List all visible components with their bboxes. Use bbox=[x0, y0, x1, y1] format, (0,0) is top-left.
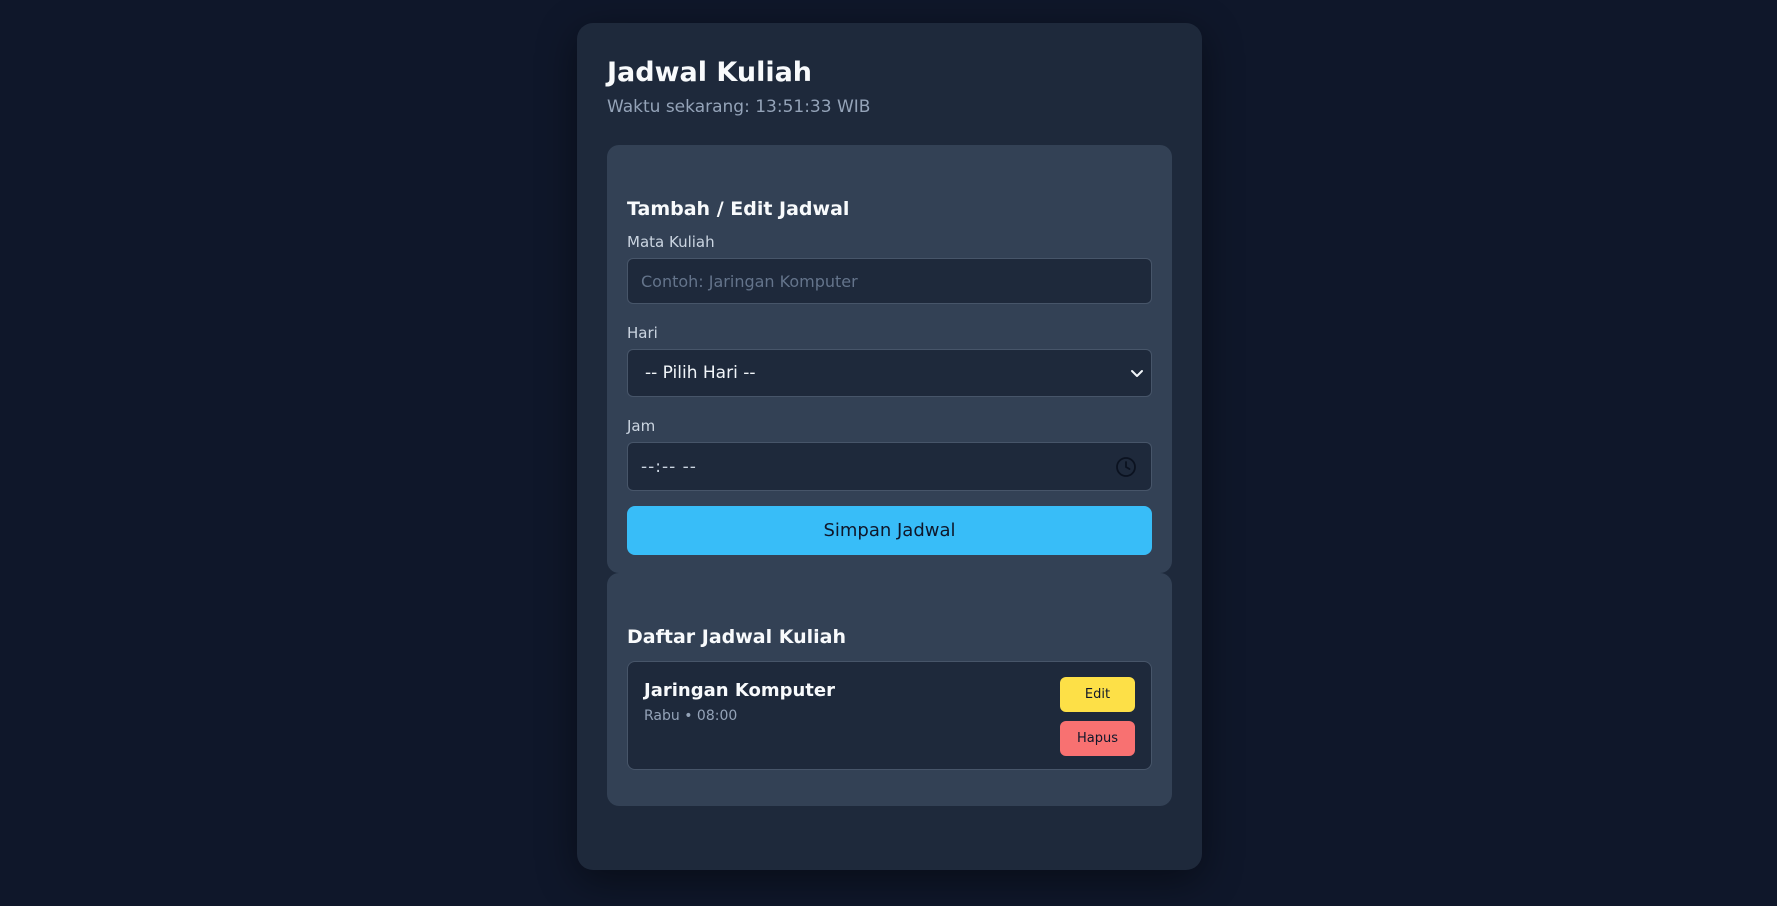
save-schedule-button[interactable]: Simpan Jadwal bbox=[627, 506, 1152, 555]
chevron-down-icon bbox=[1131, 370, 1143, 377]
course-label: Mata Kuliah bbox=[627, 233, 715, 251]
form-title: Tambah / Edit Jadwal bbox=[627, 198, 850, 220]
day-select-value: -- Pilih Hari -- bbox=[645, 363, 756, 383]
schedule-list-panel: Daftar Jadwal Kuliah Jaringan Komputer R… bbox=[607, 573, 1172, 806]
list-title: Daftar Jadwal Kuliah bbox=[627, 626, 847, 648]
schedule-item-actions: Edit Hapus bbox=[1060, 677, 1135, 756]
time-label: Jam bbox=[627, 417, 656, 435]
day-label: Hari bbox=[627, 324, 658, 342]
current-time-text: Waktu sekarang: 13:51:33 WIB bbox=[607, 97, 871, 117]
edit-button[interactable]: Edit bbox=[1060, 677, 1135, 712]
clock-icon[interactable] bbox=[1115, 456, 1137, 478]
day-select[interactable]: -- Pilih Hari -- bbox=[627, 349, 1152, 397]
page-title: Jadwal Kuliah bbox=[607, 57, 813, 88]
schedule-app-card: Jadwal Kuliah Waktu sekarang: 13:51:33 W… bbox=[577, 23, 1202, 870]
delete-button[interactable]: Hapus bbox=[1060, 721, 1135, 756]
time-input[interactable]: --:-- -- bbox=[627, 442, 1152, 491]
course-input[interactable] bbox=[627, 258, 1152, 304]
schedule-list-item: Jaringan Komputer Rabu • 08:00 Edit Hapu… bbox=[627, 661, 1152, 770]
time-input-value: --:-- -- bbox=[641, 456, 697, 477]
schedule-form-panel: Tambah / Edit Jadwal Mata Kuliah Hari --… bbox=[607, 145, 1172, 573]
